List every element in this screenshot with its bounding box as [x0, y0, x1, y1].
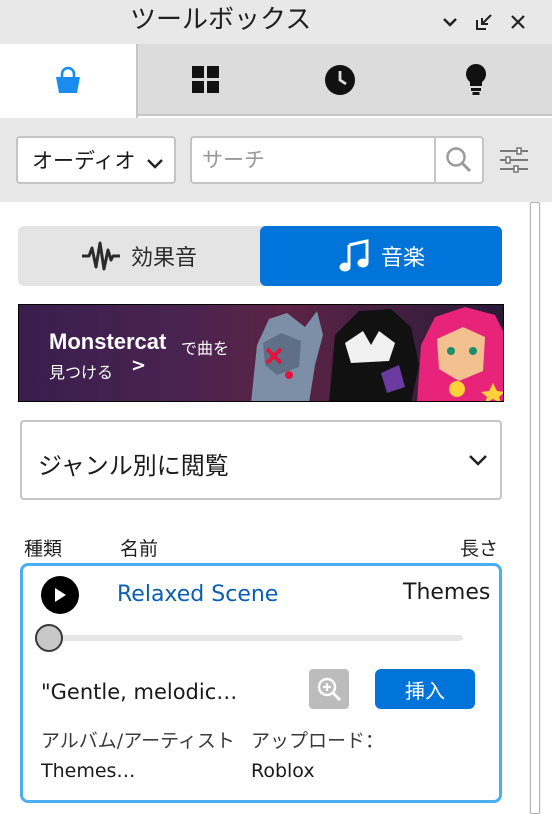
sliders-icon: [500, 147, 528, 173]
music-button[interactable]: 音楽: [260, 226, 502, 286]
banner-cta: 見つける: [49, 363, 114, 382]
chevron-down-icon: [468, 452, 488, 471]
upload-label: アップロード：: [251, 730, 385, 752]
column-name[interactable]: 名前: [120, 534, 158, 561]
genre-dropdown[interactable]: ジャンル別に閲覧: [20, 420, 502, 500]
banner-arrow: >: [131, 355, 147, 376]
tab-recent[interactable]: [274, 44, 406, 116]
search-button[interactable]: [434, 138, 482, 182]
filter-settings-button[interactable]: [496, 142, 532, 178]
zoom-in-icon: [317, 677, 341, 701]
lightbulb-icon: [466, 64, 486, 95]
close-icon[interactable]: [506, 10, 530, 34]
category-label: オーディオ: [32, 149, 136, 173]
tab-marketplace[interactable]: [0, 44, 138, 118]
play-button[interactable]: [41, 576, 79, 614]
column-length[interactable]: 長さ: [460, 534, 498, 561]
scrollbar[interactable]: [529, 202, 541, 814]
grid-icon: [192, 66, 219, 93]
playback-progress-knob[interactable]: [35, 624, 63, 652]
waveform-icon: [81, 241, 120, 271]
music-note-icon: [339, 239, 369, 272]
shopping-bag-icon: [56, 66, 80, 93]
track-description: "Gentle, melodic…: [41, 680, 238, 704]
preview-button[interactable]: [309, 669, 349, 709]
restore-icon[interactable]: [472, 10, 496, 34]
banner-suffix: で曲を: [181, 339, 230, 358]
track-creator: Themes Inte: [403, 580, 499, 605]
category-dropdown[interactable]: オーディオ: [16, 136, 176, 184]
toolbox-tabs: [0, 44, 552, 118]
audio-type-toggle: 効果音 音楽: [18, 226, 502, 286]
search-icon: [446, 147, 472, 173]
upload-value: Roblox: [251, 760, 315, 782]
clock-icon: [325, 65, 355, 95]
tab-creations[interactable]: [406, 44, 546, 116]
sound-effects-button[interactable]: 効果音: [18, 226, 260, 286]
play-icon: [55, 588, 66, 602]
banner-brand: Monstercat: [49, 329, 167, 354]
sound-effects-label: 効果音: [130, 246, 197, 271]
column-type: 種類: [24, 538, 63, 560]
search-row: オーディオ: [0, 118, 552, 202]
search-input[interactable]: [202, 146, 432, 174]
music-label: 音楽: [380, 246, 425, 271]
search-box: [190, 136, 484, 184]
playback-progress-track[interactable]: [53, 635, 463, 641]
chevron-down-icon: [146, 152, 164, 176]
window-title: ツールボックス: [130, 5, 312, 35]
track-name[interactable]: Relaxed Scene: [117, 582, 278, 607]
genre-label: ジャンル別に閲覧: [38, 452, 229, 480]
title-bar: ツールボックス: [0, 0, 552, 44]
chevron-down-icon[interactable]: [438, 10, 462, 34]
album-artist-label: アルバム/アーティスト: [41, 730, 235, 752]
tab-inventory[interactable]: [138, 44, 274, 116]
monstercat-banner[interactable]: Monstercat で曲を 見つける >: [18, 304, 504, 402]
insert-button[interactable]: 挿入: [375, 669, 475, 709]
audio-item-card[interactable]: Relaxed Scene Themes Inte "Gentle, melod…: [20, 563, 502, 803]
scrollbar-thumb[interactable]: [530, 202, 540, 814]
album-artist-value: Themes…: [41, 760, 136, 782]
